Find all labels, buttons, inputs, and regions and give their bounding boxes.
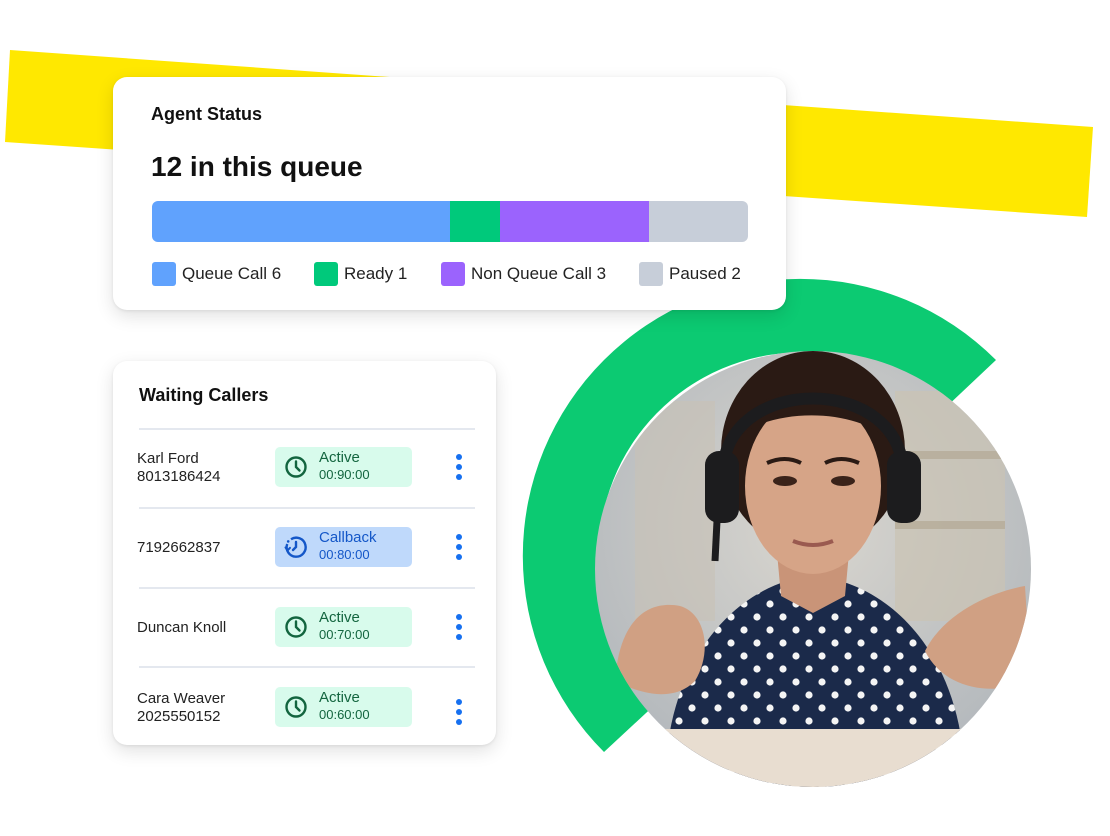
wait-time: 00:60:00 bbox=[319, 707, 370, 722]
caller-row[interactable]: Karl Ford 8013186424 Active 00:90:00 bbox=[113, 441, 496, 501]
legend-label: Non Queue Call 3 bbox=[471, 264, 607, 283]
caller-phone: 7192662837 bbox=[137, 539, 221, 556]
legend-swatch bbox=[152, 262, 176, 286]
bar-segment-queue-call bbox=[152, 201, 450, 242]
status-label: Active bbox=[319, 609, 360, 626]
caller-info: Cara Weaver 2025550152 bbox=[137, 690, 225, 726]
legend-item-paused: Paused 2 bbox=[639, 262, 741, 286]
legend-label: Queue Call 6 bbox=[182, 264, 282, 283]
wait-time: 00:90:00 bbox=[319, 467, 370, 482]
caller-name: Cara Weaver bbox=[137, 690, 226, 707]
legend-item-non-queue-call: Non Queue Call 3 bbox=[441, 262, 606, 286]
caller-phone: 2025550152 bbox=[137, 708, 221, 725]
waiting-callers-title: Waiting Callers bbox=[139, 385, 269, 405]
caller-info: 7192662837 bbox=[137, 539, 220, 557]
status-badge-callback: Callback 00:80:00 bbox=[275, 527, 412, 567]
queue-count: 12 in this queue bbox=[151, 151, 363, 182]
wait-time: 00:80:00 bbox=[319, 547, 370, 562]
bar-segment-non-queue-call bbox=[499, 201, 649, 242]
more-options-icon[interactable] bbox=[452, 534, 466, 560]
status-label: Callback bbox=[319, 529, 377, 546]
bar-segment-paused bbox=[648, 201, 748, 242]
wait-time: 00:70:00 bbox=[319, 627, 370, 642]
agent-status-card: Agent Status 12 in this queue Queue Call… bbox=[113, 77, 786, 310]
caller-info: Duncan Knoll bbox=[137, 619, 226, 637]
caller-name: Karl Ford bbox=[137, 450, 199, 467]
legend-swatch bbox=[639, 262, 663, 286]
legend-label: Paused 2 bbox=[669, 264, 741, 283]
status-badge-active: Active 00:70:00 bbox=[275, 607, 412, 647]
row-divider bbox=[139, 428, 475, 430]
caller-info: Karl Ford 8013186424 bbox=[137, 450, 220, 486]
legend-swatch bbox=[314, 262, 338, 286]
bar-segment-ready bbox=[450, 201, 500, 242]
more-options-icon[interactable] bbox=[452, 454, 466, 480]
agent-status-title: Agent Status bbox=[151, 104, 263, 124]
status-legend: Queue Call 6 Ready 1 Non Queue Call 3 Pause… bbox=[152, 262, 752, 286]
callback-clock-icon bbox=[284, 535, 308, 559]
legend-label: Ready 1 bbox=[344, 264, 408, 283]
legend-swatch bbox=[441, 262, 465, 286]
clock-icon bbox=[284, 615, 308, 639]
caller-row[interactable]: Cara Weaver 2025550152 Active 00:60:00 bbox=[113, 681, 496, 741]
legend-item-queue-call: Queue Call 6 bbox=[152, 262, 281, 286]
waiting-callers-card: Waiting Callers Karl Ford 8013186424 Activ… bbox=[113, 361, 496, 745]
clock-icon bbox=[284, 695, 308, 719]
more-options-icon[interactable] bbox=[452, 699, 466, 725]
more-options-icon[interactable] bbox=[452, 614, 466, 640]
status-badge-active: Active 00:60:00 bbox=[275, 687, 412, 727]
clock-icon bbox=[284, 455, 308, 479]
caller-row[interactable]: Duncan Knoll Active 00:70:00 bbox=[113, 601, 496, 661]
row-divider bbox=[139, 587, 475, 589]
status-label: Active bbox=[319, 689, 360, 706]
caller-phone: 8013186424 bbox=[137, 468, 221, 485]
agent-photo-illustration bbox=[595, 351, 1031, 787]
row-divider bbox=[139, 507, 475, 509]
row-divider bbox=[139, 666, 475, 668]
agent-photo bbox=[595, 351, 1031, 787]
status-label: Active bbox=[319, 449, 360, 466]
legend-item-ready: Ready 1 bbox=[314, 262, 407, 286]
caller-name: Duncan Knoll bbox=[137, 619, 227, 636]
status-badge-active: Active 00:90:00 bbox=[275, 447, 412, 487]
caller-row[interactable]: 7192662837 Callback 00:80:00 bbox=[113, 521, 496, 581]
status-stacked-bar bbox=[152, 201, 748, 242]
